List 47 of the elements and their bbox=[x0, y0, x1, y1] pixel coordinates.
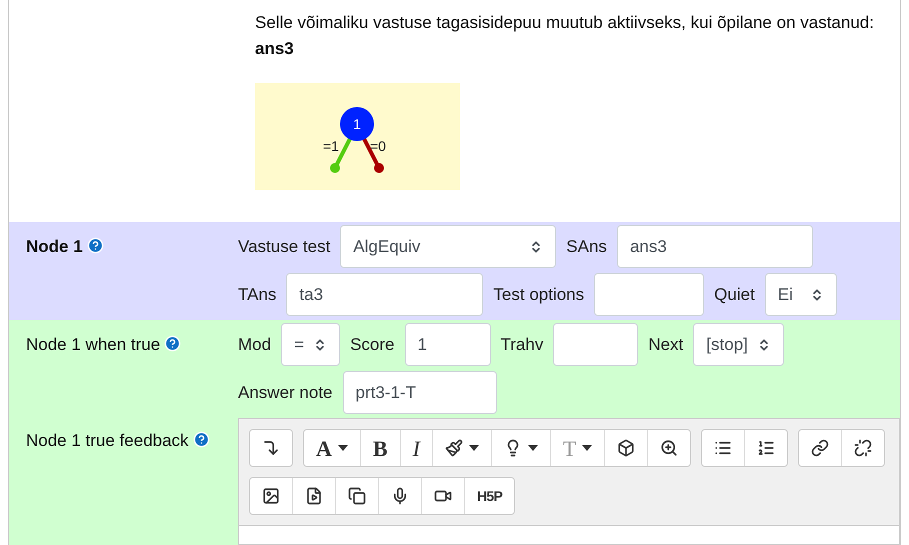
bullet-list-icon bbox=[714, 439, 732, 457]
field-label: SAns bbox=[566, 236, 607, 258]
unlink-icon bbox=[854, 439, 872, 457]
field-label: Trahv bbox=[500, 334, 544, 356]
input-field[interactable]: ans3 bbox=[616, 225, 813, 268]
help-icon[interactable] bbox=[86, 237, 104, 254]
field-label: Quiet bbox=[714, 284, 755, 306]
select-field[interactable]: [stop] bbox=[693, 323, 784, 366]
tree-node: 1 bbox=[340, 106, 374, 140]
italic-button[interactable]: I bbox=[400, 430, 432, 466]
bold-button[interactable]: B bbox=[360, 430, 400, 466]
section-label: Node 1 when true bbox=[26, 334, 160, 356]
zoom-in-icon bbox=[660, 439, 678, 457]
media-file-icon bbox=[305, 487, 323, 505]
field-label: Answer note bbox=[238, 382, 332, 404]
branch-label: =0 bbox=[370, 138, 386, 154]
arrow-down-icon bbox=[262, 439, 280, 457]
copy-icon bbox=[348, 487, 366, 505]
input-field[interactable] bbox=[594, 273, 704, 316]
link-icon bbox=[811, 439, 830, 457]
input-field[interactable]: ta3 bbox=[286, 273, 484, 316]
answer-text: ans3 bbox=[255, 38, 295, 60]
section-label: Node 1 bbox=[26, 236, 83, 258]
input-field[interactable] bbox=[553, 323, 638, 366]
field-label: Test options bbox=[493, 284, 584, 306]
brush-icon bbox=[444, 439, 463, 457]
field-label: Score bbox=[350, 334, 394, 356]
help-icon[interactable] bbox=[164, 335, 182, 352]
select-field[interactable]: AlgEquiv bbox=[340, 225, 556, 268]
branch-label: =1 bbox=[323, 138, 339, 154]
input-field[interactable]: 1 bbox=[404, 323, 490, 366]
field-label: Mod bbox=[238, 334, 272, 356]
select-field[interactable]: Ei bbox=[764, 273, 837, 316]
field-label: TAns bbox=[238, 284, 276, 306]
help-icon[interactable] bbox=[192, 431, 210, 448]
numbered-list-icon bbox=[757, 439, 776, 457]
section-label: Node 1 true feedback bbox=[26, 430, 189, 452]
field-label: Next bbox=[648, 334, 684, 356]
h5p-button[interactable]: H5P bbox=[464, 478, 514, 514]
microphone-icon bbox=[391, 487, 409, 505]
input-field[interactable]: prt3-1-T bbox=[342, 371, 496, 414]
intro-text: Selle võimaliku vastuse tagasisidepuu muutub aktiivseks, kui õpilane on vastanud: bbox=[255, 12, 875, 34]
cube-icon bbox=[617, 439, 636, 457]
select-field[interactable]: = bbox=[281, 323, 340, 366]
image-icon bbox=[262, 487, 280, 505]
field-label: Vastuse test bbox=[238, 236, 330, 258]
font-button[interactable]: A bbox=[304, 430, 360, 466]
